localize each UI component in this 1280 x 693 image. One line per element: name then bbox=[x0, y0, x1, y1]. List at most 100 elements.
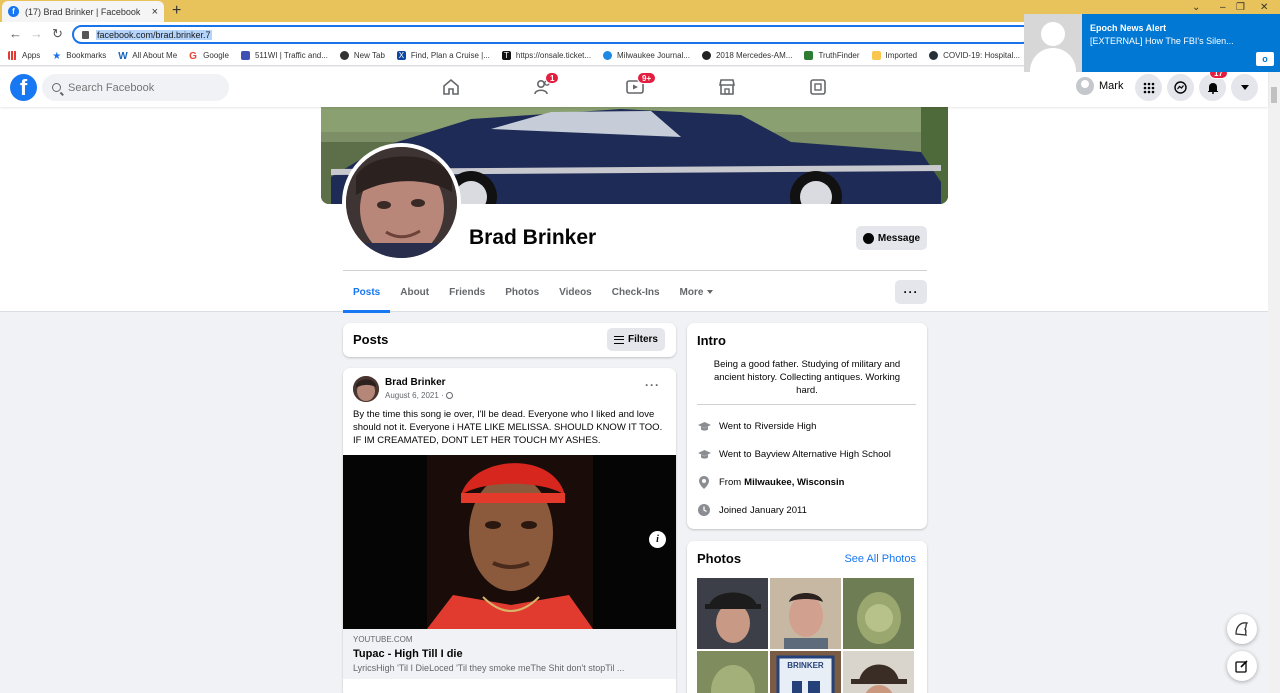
filters-button[interactable]: Filters bbox=[607, 328, 665, 351]
profile-shortcut[interactable]: Mark bbox=[1076, 77, 1123, 95]
home-icon bbox=[443, 78, 459, 95]
photo-thumbnail[interactable] bbox=[770, 578, 841, 649]
clock-icon bbox=[697, 504, 711, 516]
post-text: By the time this song ie over, I'll be d… bbox=[353, 409, 663, 446]
messenger-button[interactable] bbox=[1167, 74, 1194, 101]
author-photo-image bbox=[353, 376, 379, 402]
intro-item-school-2: Went to Bayview Alternative High School bbox=[697, 448, 891, 460]
photo-thumbnail[interactable]: BRINKER bbox=[770, 651, 841, 693]
tab-title: (17) Brad Brinker | Facebook bbox=[25, 6, 141, 17]
reload-icon[interactable]: ↻ bbox=[52, 26, 63, 42]
extension-floating-button[interactable] bbox=[1227, 614, 1257, 644]
tab-search-chevron-icon[interactable]: ⌄ bbox=[1192, 2, 1200, 13]
profile-name: Brad Brinker bbox=[469, 226, 597, 249]
tab-about[interactable]: About bbox=[390, 271, 439, 313]
bookmark-all-about-me[interactable]: W All About Me bbox=[118, 51, 177, 62]
nav-marketplace[interactable] bbox=[717, 77, 737, 97]
search-box[interactable] bbox=[42, 74, 229, 101]
nav-home[interactable] bbox=[441, 77, 461, 97]
folder-icon bbox=[871, 51, 881, 60]
tab-videos[interactable]: Videos bbox=[549, 271, 602, 313]
sender-avatar bbox=[1024, 14, 1082, 72]
bookmark-google[interactable]: G Google bbox=[189, 51, 229, 62]
news-site-icon bbox=[603, 51, 613, 60]
bookmark-mercedes[interactable]: 2018 Mercedes-AM... bbox=[701, 51, 792, 60]
photo-thumbnail[interactable] bbox=[697, 578, 768, 649]
message-button[interactable]: Message bbox=[856, 226, 927, 250]
tab-posts[interactable]: Posts bbox=[343, 271, 391, 313]
posts-title: Posts bbox=[353, 332, 389, 347]
messenger-icon bbox=[862, 232, 874, 244]
facebook-favicon-icon: f bbox=[8, 6, 19, 17]
photo-thumbnail[interactable] bbox=[843, 651, 914, 693]
link-preview[interactable]: YOUTUBE.COM Tupac - High Till I die Lyri… bbox=[343, 629, 676, 679]
link-domain: YOUTUBE.COM bbox=[353, 635, 413, 644]
search-input[interactable] bbox=[68, 81, 218, 94]
url-text[interactable]: facebook.com/brad.brinker.7 bbox=[96, 29, 212, 40]
info-icon[interactable]: i bbox=[649, 531, 666, 548]
address-bar[interactable]: facebook.com/brad.brinker.7 bbox=[72, 25, 1032, 44]
post-date-text: August 6, 2021 · bbox=[385, 391, 444, 400]
bell-icon bbox=[1207, 83, 1218, 94]
back-arrow-icon[interactable]: ← bbox=[9, 26, 22, 41]
globe-icon bbox=[339, 51, 349, 60]
post-date[interactable]: August 6, 2021 · bbox=[385, 391, 453, 400]
intro-item-joined: Joined January 2011 bbox=[697, 504, 807, 516]
tab-check-ins[interactable]: Check-Ins bbox=[602, 271, 670, 313]
account-button[interactable] bbox=[1231, 74, 1258, 101]
scrollbar-thumb[interactable] bbox=[1271, 87, 1277, 103]
photo-thumbnail[interactable] bbox=[843, 578, 914, 649]
bookmark-cruise[interactable]: X Find, Plan a Cruise |... bbox=[396, 51, 490, 60]
window-close-button[interactable]: ✕ bbox=[1260, 2, 1268, 13]
forward-arrow-icon[interactable]: → bbox=[30, 26, 43, 41]
menu-button[interactable] bbox=[1135, 74, 1162, 101]
post-video-thumbnail[interactable] bbox=[343, 455, 676, 629]
tab-close-icon[interactable]: × bbox=[152, 6, 158, 18]
nav-watch[interactable]: 9+ bbox=[625, 72, 657, 97]
bookmark-bookmarks[interactable]: ★ Bookmarks bbox=[52, 51, 106, 62]
bookmark-new-tab[interactable]: New Tab bbox=[339, 51, 385, 60]
notifications-button[interactable]: 17 bbox=[1199, 67, 1228, 101]
page-scrollbar[interactable] bbox=[1268, 67, 1280, 693]
bookmark-covid[interactable]: COVID-19: Hospital... bbox=[929, 51, 1020, 60]
avatar bbox=[1076, 77, 1094, 95]
caret-down-icon bbox=[707, 290, 714, 294]
browser-tab[interactable]: f (17) Brad Brinker | Facebook × bbox=[2, 1, 164, 22]
filters-label: Filters bbox=[627, 334, 658, 345]
bookmark-apps[interactable]: Apps bbox=[8, 51, 40, 60]
traffic-site-icon bbox=[240, 51, 250, 60]
grid-menu-icon bbox=[1143, 82, 1154, 93]
facebook-logo[interactable]: f bbox=[10, 74, 37, 101]
nav-friends[interactable]: 1 bbox=[533, 72, 560, 97]
tab-friends[interactable]: Friends bbox=[439, 271, 495, 313]
profile-picture[interactable] bbox=[342, 143, 461, 262]
tab-more[interactable]: More bbox=[670, 271, 724, 313]
new-message-button[interactable] bbox=[1227, 651, 1257, 681]
photo-thumbnail[interactable] bbox=[697, 651, 768, 693]
globe-icon bbox=[445, 392, 453, 399]
post-author-avatar[interactable] bbox=[353, 376, 379, 402]
message-button-label: Message bbox=[877, 232, 921, 244]
intro-bio: Being a good father. Studying of militar… bbox=[713, 359, 901, 396]
intro-card: Intro Being a good father. Studying of m… bbox=[687, 323, 927, 529]
bookmark-truthfinder[interactable]: TruthFinder bbox=[804, 51, 860, 60]
post-card: Brad Brinker August 6, 2021 · ··· By the… bbox=[343, 368, 676, 693]
location-pin-icon bbox=[697, 475, 711, 489]
bookmark-ticketmaster[interactable]: Thttps://onsale.ticket... bbox=[501, 51, 591, 60]
see-all-photos-link[interactable]: See All Photos bbox=[844, 553, 916, 565]
intro-item-school-1: Went to Riverside High bbox=[697, 420, 816, 432]
profile-header: Brad Brinker Message Posts About Friends… bbox=[0, 107, 1268, 313]
minimize-button[interactable]: – bbox=[1220, 2, 1226, 13]
nav-gaming[interactable] bbox=[808, 77, 828, 97]
outlook-notification[interactable]: Epoch News Alert [EXTERNAL] How The FBI'… bbox=[1024, 14, 1280, 72]
graduation-cap-icon bbox=[697, 448, 711, 460]
bookmark-511wi[interactable]: 511WI | Traffic and... bbox=[240, 51, 328, 60]
restore-button[interactable]: ❐ bbox=[1236, 2, 1245, 13]
tab-photos[interactable]: Photos bbox=[495, 271, 549, 313]
new-tab-button[interactable]: + bbox=[172, 2, 181, 20]
bookmark-imported[interactable]: Imported bbox=[871, 51, 917, 60]
post-author-name[interactable]: Brad Brinker bbox=[385, 377, 446, 388]
bookmark-milwaukee-journal[interactable]: Milwaukee Journal... bbox=[603, 51, 690, 60]
post-more-button[interactable]: ··· bbox=[645, 378, 660, 392]
profile-more-options-button[interactable]: ··· bbox=[895, 280, 927, 304]
